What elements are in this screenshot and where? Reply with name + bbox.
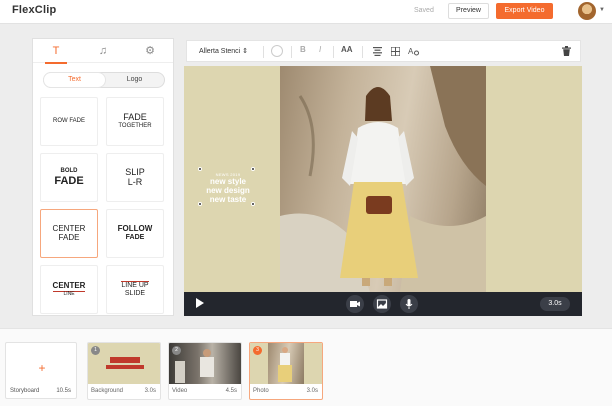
style-tile-label: ROW FADE xyxy=(52,118,85,125)
align-icon[interactable] xyxy=(373,47,382,56)
preview-canvas[interactable]: NEWS 2019 new style new design new taste xyxy=(184,66,582,292)
duration-badge: 3.0s xyxy=(540,297,570,311)
divider xyxy=(333,46,334,58)
storyboard-total: 10.5s xyxy=(56,388,71,394)
top-bar: FlexClip Saved Preview Export Video ▼ xyxy=(0,0,612,24)
clip-number: 2 xyxy=(172,346,181,355)
clip-number: 3 xyxy=(253,346,262,355)
export-video-button[interactable]: Export Video xyxy=(496,3,553,19)
italic-button[interactable]: I xyxy=(319,45,321,54)
play-icon[interactable] xyxy=(196,298,204,308)
photo-layer[interactable] xyxy=(280,66,486,292)
save-status: Saved xyxy=(414,7,434,14)
text-icon[interactable]: T xyxy=(33,39,79,64)
storyboard-label: Storyboard xyxy=(10,388,40,394)
overlay-line: new taste xyxy=(209,195,247,204)
clip-duration: 4.5s xyxy=(225,388,237,394)
style-tile[interactable]: CENTER LINE xyxy=(40,265,98,314)
clip-label: Photo xyxy=(253,388,269,394)
clip-duration: 3.0s xyxy=(306,388,318,394)
style-tile-sublabel: TOGETHER xyxy=(118,123,152,130)
resize-handle[interactable] xyxy=(198,167,202,171)
divider xyxy=(362,46,363,58)
style-tile-sublabel: L-R xyxy=(127,176,143,187)
avatar[interactable] xyxy=(578,2,596,20)
storyboard-add-card[interactable]: + Storyboard 10.5s xyxy=(5,342,77,399)
text-logo-toggle: Text Logo xyxy=(43,72,165,88)
resize-handle[interactable] xyxy=(251,202,255,206)
panel-tabs: T ♫ ⚙ xyxy=(33,39,173,64)
style-tile-sublabel: FADE xyxy=(54,174,84,187)
style-tile-sublabel: LINE xyxy=(63,290,75,297)
text-style-panel: T ♫ ⚙ Text Logo ROW FADE FADE TOGETHER B… xyxy=(32,38,174,316)
style-tile-sublabel: SLIDE xyxy=(124,290,146,297)
text-case-button[interactable]: AA xyxy=(341,45,353,54)
clip-label: Video xyxy=(172,388,188,394)
woman-photo xyxy=(280,66,486,292)
style-tile[interactable]: LINE UP SLIDE xyxy=(106,265,164,314)
svg-text:A: A xyxy=(408,47,414,56)
divider xyxy=(263,46,264,58)
style-tile[interactable]: ROW FADE xyxy=(40,97,98,146)
style-tile[interactable]: SLIP L-R xyxy=(106,153,164,202)
chevron-down-icon[interactable]: ▼ xyxy=(599,7,605,13)
clip-background[interactable]: 1 Background 3.0s xyxy=(87,342,161,400)
settings-icon[interactable]: ⚙ xyxy=(127,39,173,63)
style-tile-label: FOLLOW xyxy=(117,224,153,234)
overlay-line: new style xyxy=(209,177,246,186)
add-icon[interactable]: + xyxy=(36,362,48,374)
style-tile-label: FADE xyxy=(123,112,147,123)
resize-handle[interactable] xyxy=(198,202,202,206)
app-logo[interactable]: FlexClip xyxy=(12,4,56,16)
microphone-icon[interactable] xyxy=(400,295,418,313)
divider xyxy=(291,46,292,58)
text-effect-icon[interactable]: A xyxy=(408,46,419,56)
style-tile[interactable]: FOLLOW FADE xyxy=(106,209,164,258)
image-icon[interactable] xyxy=(373,295,391,313)
clip-number: 1 xyxy=(91,346,100,355)
trash-icon[interactable] xyxy=(562,46,571,56)
text-overlay[interactable]: NEWS 2019 new style new design new taste xyxy=(202,172,254,204)
style-tile-label: BOLD xyxy=(60,168,78,175)
segment-logo[interactable]: Logo xyxy=(104,73,165,87)
player-controls: 3.0s xyxy=(184,292,582,316)
font-select[interactable]: Allerta Stenci ⇕ xyxy=(199,47,248,55)
style-tile[interactable]: CENTER FADE xyxy=(40,209,98,258)
spacing-icon[interactable] xyxy=(391,47,400,56)
clip-label: Background xyxy=(91,388,124,394)
clip-video[interactable]: 2 Video 4.5s xyxy=(168,342,242,400)
segment-text[interactable]: Text xyxy=(44,73,105,87)
video-icon[interactable] xyxy=(346,295,364,313)
style-tile-label: LINE UP xyxy=(121,281,149,290)
music-icon[interactable]: ♫ xyxy=(80,39,126,63)
style-tile-sublabel: FADE xyxy=(125,234,145,242)
text-toolbar: Allerta Stenci ⇕ B I AA A xyxy=(186,40,581,62)
storyboard-area: + Storyboard 10.5s 1 Background 3.0s 2 V… xyxy=(0,328,612,406)
style-tile[interactable]: FADE TOGETHER xyxy=(106,97,164,146)
style-tile-sublabel: FADE xyxy=(58,232,80,242)
resize-handle[interactable] xyxy=(251,167,255,171)
color-picker[interactable] xyxy=(271,45,283,57)
clip-photo[interactable]: 3 Photo 3.0s xyxy=(249,342,323,400)
style-tile[interactable]: BOLD FADE xyxy=(40,153,98,202)
bold-button[interactable]: B xyxy=(300,45,306,54)
overlay-line: new design xyxy=(206,186,250,195)
clip-duration: 3.0s xyxy=(144,388,156,394)
preview-button[interactable]: Preview xyxy=(448,3,489,19)
